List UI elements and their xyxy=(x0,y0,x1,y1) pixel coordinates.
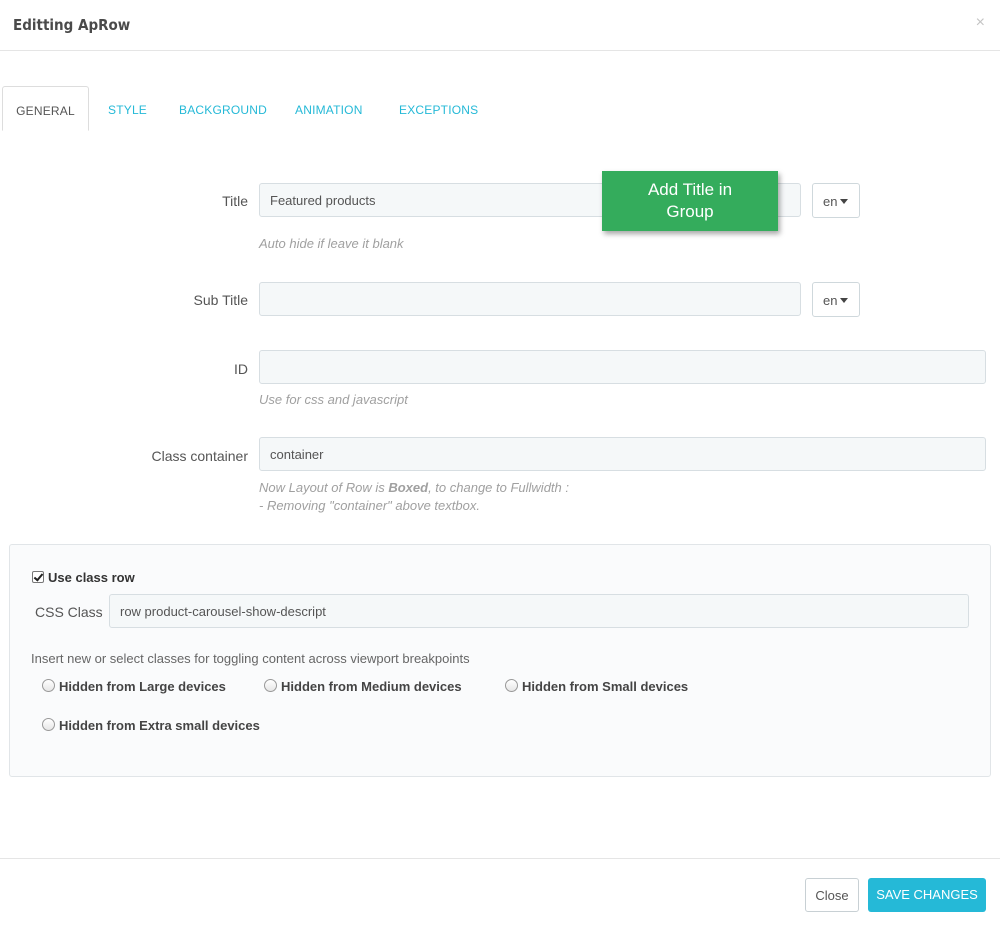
class-container-input[interactable]: container xyxy=(259,437,986,471)
tab-background[interactable]: BACKGROUND xyxy=(179,86,267,131)
hidden-large-option[interactable]: Hidden from Large devices xyxy=(42,678,226,694)
breakpoints-label: Insert new or select classes for togglin… xyxy=(31,651,470,666)
hidden-medium-option[interactable]: Hidden from Medium devices xyxy=(264,678,462,694)
sub-title-lang-label: en xyxy=(823,293,838,308)
hidden-medium-radio[interactable] xyxy=(264,679,277,692)
tab-exceptions[interactable]: EXCEPTIONS xyxy=(399,86,478,131)
hidden-extra-small-radio[interactable] xyxy=(42,718,55,731)
hidden-extra-small-label: Hidden from Extra small devices xyxy=(59,718,260,733)
hidden-small-label: Hidden from Small devices xyxy=(522,679,689,694)
use-class-row-label: Use class row xyxy=(48,570,135,585)
hidden-small-option[interactable]: Hidden from Small devices xyxy=(505,678,688,694)
id-help: Use for css and javascript xyxy=(259,392,408,407)
id-input[interactable] xyxy=(259,350,986,384)
title-help: Auto hide if leave it blank xyxy=(259,236,404,251)
caret-down-icon xyxy=(840,298,849,303)
modal-header: Editting ApRow × xyxy=(0,0,1000,51)
title-lang-label: en xyxy=(823,194,838,209)
close-icon[interactable]: × xyxy=(976,14,985,32)
sub-title-lang-dropdown[interactable]: en xyxy=(812,282,860,317)
sub-title-input[interactable] xyxy=(259,282,801,316)
use-class-row-option[interactable]: Use class row xyxy=(32,570,135,585)
tab-general[interactable]: GENERAL xyxy=(2,86,89,131)
tab-animation[interactable]: ANIMATION xyxy=(295,86,363,131)
class-container-help-suffix: , to change to Fullwidth : xyxy=(428,480,569,495)
hidden-large-radio[interactable] xyxy=(42,679,55,692)
hidden-medium-label: Hidden from Medium devices xyxy=(281,679,462,694)
title-lang-dropdown[interactable]: en xyxy=(812,183,860,218)
hidden-small-radio[interactable] xyxy=(505,679,518,692)
class-container-help-prefix: Now Layout of Row is xyxy=(259,480,389,495)
callout-line2: Group xyxy=(666,202,714,221)
row-class-panel: Use class row CSS Class row product-caro… xyxy=(9,544,991,777)
callout-annotation: Add Title in Group xyxy=(602,171,778,231)
modal-footer: Close SAVE CHANGES xyxy=(0,858,1000,927)
css-class-input[interactable]: row product-carousel-show-descript xyxy=(109,594,969,628)
hidden-extra-small-option[interactable]: Hidden from Extra small devices xyxy=(42,717,260,733)
caret-down-icon xyxy=(840,199,849,204)
modal-title: Editting ApRow xyxy=(13,16,131,34)
callout-line1: Add Title in xyxy=(647,180,733,199)
use-class-row-checkbox[interactable] xyxy=(32,571,44,583)
class-container-help-line2: - Removing "container" above textbox. xyxy=(259,498,480,513)
hidden-large-label: Hidden from Large devices xyxy=(59,679,226,694)
title-label: Title xyxy=(222,193,248,209)
class-container-help: Now Layout of Row is Boxed, to change to… xyxy=(259,479,569,515)
tab-style[interactable]: STYLE xyxy=(108,86,147,131)
save-changes-button[interactable]: SAVE CHANGES xyxy=(868,878,986,912)
class-container-help-bold: Boxed xyxy=(388,480,429,495)
class-container-label: Class container xyxy=(151,448,249,464)
tab-bar: GENERAL STYLE BACKGROUND ANIMATION EXCEP… xyxy=(2,86,998,131)
css-class-label: CSS Class xyxy=(35,604,103,620)
close-button[interactable]: Close xyxy=(805,878,859,912)
id-label: ID xyxy=(234,361,248,377)
sub-title-label: Sub Title xyxy=(193,292,248,308)
